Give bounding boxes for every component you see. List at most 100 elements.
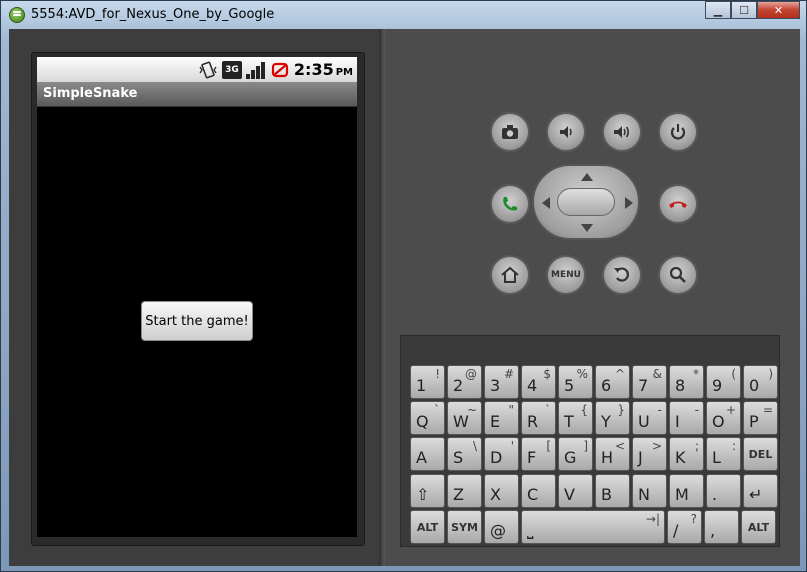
clock: 2:35 PM [294,60,353,79]
key-m[interactable]: M [669,474,704,508]
key-2[interactable]: 2 @ [447,365,482,399]
maximize-button[interactable]: ☐ [731,1,757,19]
call-button[interactable] [490,184,530,224]
end-call-button[interactable] [658,184,698,224]
key-q[interactable]: Q ` [410,401,445,435]
key-t[interactable]: T{ [558,401,593,435]
key-4[interactable]: 4 $ [521,365,556,399]
key-6[interactable]: 6 ^ [595,365,630,399]
minimize-button[interactable]: ▁ [705,1,731,19]
key-sym[interactable]: SYM [447,510,482,544]
home-button[interactable] [490,255,530,295]
volume-down-button[interactable] [546,112,586,152]
key-alt-label: : [731,439,736,453]
key-@[interactable]: @ [484,510,519,544]
key-label: S [453,448,464,467]
hardware-keyboard: 1! 2 @3 #4 $5% 6 ^ 7 & 8 * 9(0) Q ` W ~ E " R ` T{Y} U - I - O + P =… [400,335,780,547]
no-sim-icon [270,61,290,79]
end-call-icon [669,201,687,208]
key-l[interactable]: L: [706,437,741,471]
key-label: 3 [490,376,501,395]
menu-button[interactable]: MENU [546,255,586,295]
key-.[interactable]: . [706,474,741,508]
dpad-right-icon[interactable] [625,197,633,209]
start-game-button[interactable]: Start the game! [141,301,253,341]
key-1[interactable]: 1! [410,365,445,399]
key-alt-label: - [657,403,662,417]
key-x[interactable]: X [484,474,519,508]
key-s[interactable]: S \ [447,437,482,471]
key-label: @ [490,521,506,540]
key-label: E [490,412,501,431]
key-3[interactable]: 3 # [484,365,519,399]
power-button[interactable] [658,112,698,152]
key-,[interactable]: , [704,510,739,544]
key-space[interactable]: ⎵ →| [521,510,665,544]
key-delete[interactable]: DEL [743,437,778,471]
key-label: Z [453,485,464,504]
menu-label: MENU [551,270,581,280]
key-e[interactable]: E " [484,401,519,435]
key-r[interactable]: R ` [521,401,556,435]
key-0[interactable]: 0) [743,365,778,399]
key-alt-label: ! [435,367,440,381]
key-9[interactable]: 9( [706,365,741,399]
key-alt-label: > [651,439,662,453]
key-shift[interactable]: ⇧ [410,474,445,508]
key-o[interactable]: O + [706,401,741,435]
key-alt-label: < [614,439,625,453]
search-button[interactable] [658,255,698,295]
volume-up-button[interactable] [602,112,642,152]
key-y[interactable]: Y} [595,401,630,435]
dpad-left-icon[interactable] [542,197,550,209]
signal-icon [246,61,266,79]
key-label: 6 [601,376,612,395]
back-button[interactable] [602,255,642,295]
key-a[interactable]: A [410,437,445,471]
key-i[interactable]: I- [669,401,704,435]
key-enter[interactable]: ↵ [743,474,778,508]
device-screen[interactable]: 3G 2:35 PM SimpleSnake Start the game! [37,57,357,537]
camera-button[interactable] [490,112,530,152]
key-alt[interactable]: ALT [410,510,445,544]
key-label: 0 [749,376,760,395]
key-alt-label: ] [583,439,588,453]
key-alt-label: ' [510,439,514,453]
dpad-center-button[interactable] [557,188,615,216]
key-alt[interactable]: ALT [741,510,776,544]
key-h[interactable]: H < [595,437,630,471]
key-8[interactable]: 8 * [669,365,704,399]
key-label: 5 [564,376,575,395]
close-button[interactable]: ✕ [757,1,800,19]
key-alt-label: →| [645,512,660,526]
key-z[interactable]: Z [447,474,482,508]
key-p[interactable]: P = [743,401,778,435]
key-5[interactable]: 5% [558,365,593,399]
key-7[interactable]: 7 & [632,365,667,399]
back-icon [614,267,629,282]
dpad-up-icon[interactable] [581,173,593,181]
key-alt-label: ( [731,367,736,381]
key-g[interactable]: G] [558,437,593,471]
title-bar[interactable]: 5554:AVD_for_Nexus_One_by_Google ▁ ☐ ✕ [1,1,806,29]
key-label: 1 [416,376,427,395]
key-alt-label: [ [546,439,551,453]
key-j[interactable]: J > [632,437,667,471]
window-controls: ▁ ☐ ✕ [705,1,800,21]
key-label: P [749,412,759,431]
key-d[interactable]: D ' [484,437,519,471]
dpad[interactable] [532,164,640,240]
key-f[interactable]: F[ [521,437,556,471]
key-b[interactable]: B [595,474,630,508]
key-/[interactable]: /? [667,510,702,544]
key-v[interactable]: V [558,474,593,508]
key-u[interactable]: U- [632,401,667,435]
key-n[interactable]: N [632,474,667,508]
key-label: K [675,448,686,467]
key-label: ↵ [749,485,763,504]
key-c[interactable]: C [521,474,556,508]
key-w[interactable]: W ~ [447,401,482,435]
dpad-down-icon[interactable] [581,224,593,232]
vibrate-icon [198,61,218,79]
key-k[interactable]: K; [669,437,704,471]
